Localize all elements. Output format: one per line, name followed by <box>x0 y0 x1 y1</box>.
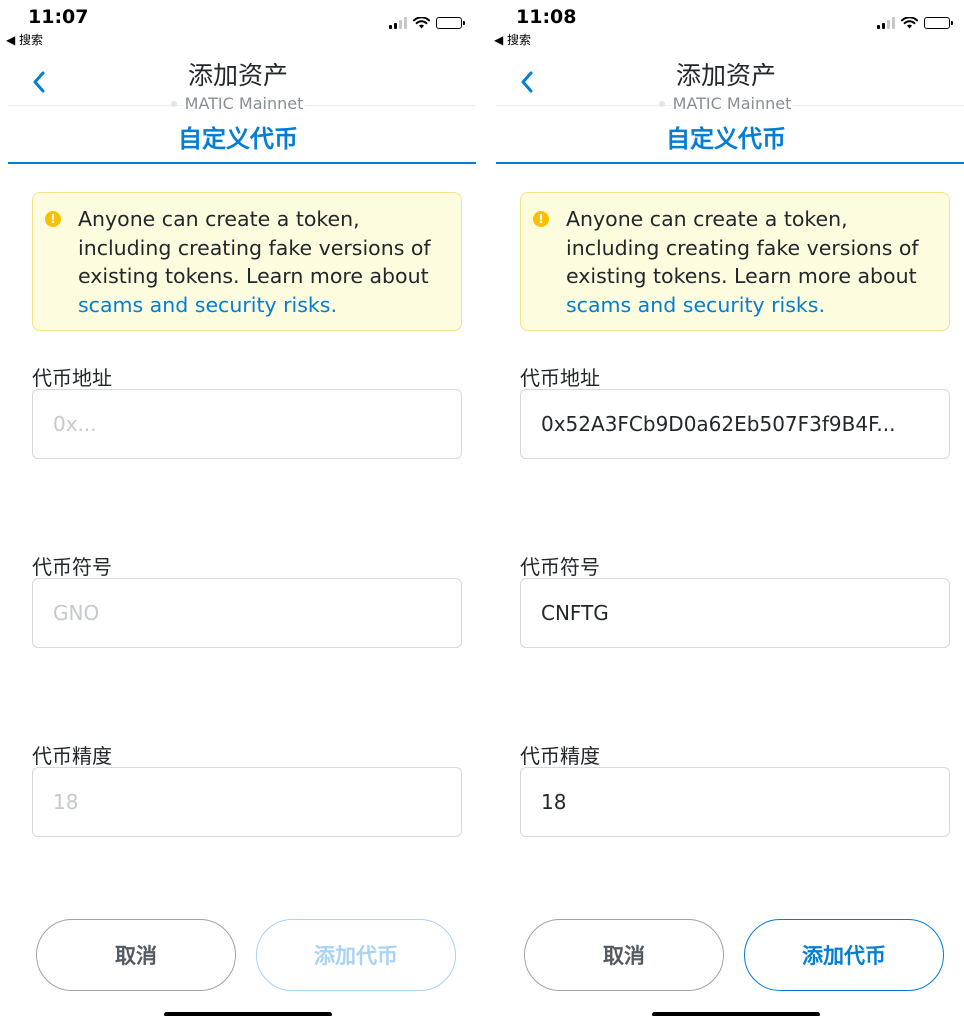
warning-message: Anyone can create a token, including cre… <box>78 205 450 319</box>
warning-text: Anyone can create a token, including cre… <box>566 207 919 288</box>
cellular-signal-icon <box>877 17 895 29</box>
warning-text: Anyone can create a token, including cre… <box>78 207 431 288</box>
tab-underline <box>496 162 964 164</box>
home-indicator <box>164 1012 332 1016</box>
security-risks-link[interactable]: scams and security risks. <box>78 293 337 317</box>
status-icons <box>877 17 953 29</box>
status-time: 11:08 <box>516 6 577 28</box>
cancel-button[interactable]: 取消 <box>524 919 724 991</box>
token-decimals-label: 代币精度 <box>520 744 600 768</box>
add-token-button[interactable]: 添加代币 <box>744 919 944 991</box>
warning-banner: ! Anyone can create a token, including c… <box>32 192 462 331</box>
back-to-app-link[interactable]: ◀ 搜索 <box>494 31 531 48</box>
exclamation-circle-icon: ! <box>45 211 61 227</box>
network-name: MATIC Mainnet <box>672 94 794 113</box>
cellular-signal-icon <box>389 17 407 29</box>
status-time: 11:07 <box>28 6 89 28</box>
token-symbol-input[interactable] <box>520 578 950 648</box>
cancel-button[interactable]: 取消 <box>36 919 236 991</box>
phone-screen-empty-form: 11:07 ◀ 搜索 添加资产 MATIC Mainnet 自定义代币 ! An… <box>0 0 476 1016</box>
token-address-input[interactable] <box>520 389 950 459</box>
home-indicator <box>652 1012 820 1016</box>
wifi-icon <box>901 17 918 29</box>
token-symbol-label: 代币符号 <box>32 555 112 579</box>
token-symbol-label: 代币符号 <box>520 555 600 579</box>
comparison-canvas: 11:07 ◀ 搜索 添加资产 MATIC Mainnet 自定义代币 ! An… <box>0 0 964 1016</box>
battery-icon <box>436 17 465 29</box>
network-dot-icon <box>658 100 665 107</box>
phone-screen-filled-form: 11:08 ◀ 搜索 添加资产 MATIC Mainnet 自定义代币 ! An… <box>488 0 964 1016</box>
network-name: MATIC Mainnet <box>184 94 306 113</box>
tab-custom-token[interactable]: 自定义代币 <box>0 119 476 154</box>
security-risks-link[interactable]: scams and security risks. <box>566 293 825 317</box>
tab-underline <box>8 162 476 164</box>
status-icons <box>389 17 465 29</box>
battery-icon <box>924 17 953 29</box>
token-decimals-input[interactable] <box>32 767 462 837</box>
token-address-label: 代币地址 <box>32 366 112 390</box>
tab-custom-token[interactable]: 自定义代币 <box>488 119 964 154</box>
token-symbol-input[interactable] <box>32 578 462 648</box>
network-indicator: MATIC Mainnet <box>0 94 476 113</box>
wifi-icon <box>413 17 430 29</box>
warning-message: Anyone can create a token, including cre… <box>566 205 938 319</box>
warning-banner: ! Anyone can create a token, including c… <box>520 192 950 331</box>
token-address-input[interactable] <box>32 389 462 459</box>
back-to-app-link[interactable]: ◀ 搜索 <box>6 31 43 48</box>
token-decimals-input[interactable] <box>520 767 950 837</box>
exclamation-circle-icon: ! <box>533 211 549 227</box>
page-title: 添加资产 <box>187 61 288 90</box>
add-token-button[interactable]: 添加代币 <box>256 919 456 991</box>
token-decimals-label: 代币精度 <box>32 744 112 768</box>
network-indicator: MATIC Mainnet <box>488 94 964 113</box>
page-title: 添加资产 <box>675 61 776 90</box>
network-dot-icon <box>170 100 177 107</box>
token-address-label: 代币地址 <box>520 366 600 390</box>
